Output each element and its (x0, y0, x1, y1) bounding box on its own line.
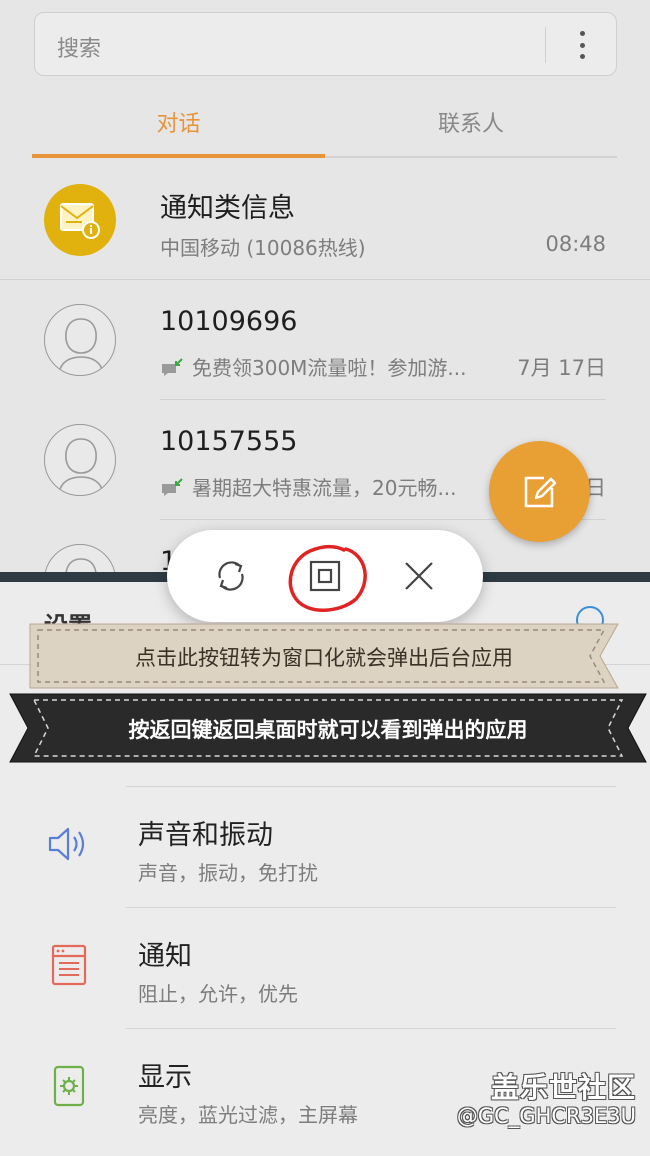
tip-text: 按返回键返回桌面时就可以看到弹出的应用 (128, 718, 528, 742)
settings-item-title: 显示 (138, 1062, 192, 1093)
tip-text: 点击此按钮转为窗口化就会弹出后台应用 (135, 646, 513, 670)
search-placeholder: 搜索 (57, 37, 102, 62)
incoming-message-icon (162, 358, 183, 376)
window-icon (309, 560, 341, 592)
notification-list-icon (51, 944, 87, 986)
search-divider (545, 27, 546, 63)
watermark-title: 盖乐世社区 (490, 1071, 636, 1104)
settings-item-sound[interactable]: 声音和振动 声音，振动，免打扰 (0, 787, 650, 908)
tab-bar: 对话 联系人 (32, 96, 617, 158)
display-settings-icon (53, 1065, 85, 1107)
tab-conversations[interactable]: 对话 (32, 106, 325, 138)
conversation-time: 7月 17日 (517, 356, 606, 380)
conversation-snippet: 暑期超大特惠流量，20元畅... (160, 472, 457, 501)
person-icon (44, 544, 116, 572)
conversation-name: 10109696 (160, 306, 298, 337)
settings-item-notifications[interactable]: 通知 阻止，允许，优先 (0, 908, 650, 1029)
compose-button[interactable] (489, 441, 590, 542)
settings-item-subtitle: 声音，振动，免打扰 (138, 861, 318, 885)
conversation-snippet: 中国移动 (10086热线) (160, 236, 366, 260)
person-icon (44, 424, 116, 496)
search-bar[interactable]: 搜索 (34, 12, 617, 76)
speaker-icon (48, 827, 85, 861)
tab-contacts[interactable]: 联系人 (325, 106, 617, 138)
close-icon (405, 562, 433, 590)
snippet-text: 暑期超大特惠流量，20元畅... (192, 476, 457, 500)
active-tab-indicator (32, 154, 325, 158)
conversation-name: 通知类信息 (160, 193, 295, 224)
rotate-icon (218, 561, 244, 591)
snippet-text: 免费领300M流量啦！参加游... (192, 356, 467, 380)
messages-app: 搜索 对话 联系人 通知类信息 中国移动 (10086热线) 08:48 101… (0, 0, 650, 572)
compose-icon (524, 476, 556, 507)
pop-up-window-button[interactable] (301, 552, 349, 600)
incoming-message-icon (162, 478, 183, 496)
notification-icon (44, 184, 116, 256)
rotate-button[interactable] (207, 552, 255, 600)
close-button[interactable] (395, 552, 443, 600)
tip-ribbon-dark: 按返回键返回桌面时就可以看到弹出的应用 (8, 690, 648, 766)
settings-item-title: 通知 (138, 941, 192, 972)
tip-ribbon-light: 点击此按钮转为窗口化就会弹出后台应用 (26, 620, 622, 692)
settings-item-title: 声音和振动 (138, 820, 273, 851)
settings-item-subtitle: 阻止，允许，优先 (138, 982, 298, 1006)
conversation-name: 10157555 (160, 426, 298, 457)
window-control-bar (167, 530, 483, 622)
conversation-time: 08:48 (545, 232, 606, 256)
conversation-snippet: 免费领300M流量啦！参加游... (160, 352, 467, 381)
person-icon (44, 304, 116, 376)
settings-item-subtitle: 亮度，蓝光过滤，主屏幕 (138, 1103, 358, 1127)
more-options-icon[interactable] (570, 27, 594, 63)
watermark-user: @GC_GHCR3E3U (456, 1104, 636, 1128)
conversation-row[interactable]: 通知类信息 中国移动 (10086热线) 08:48 (0, 160, 650, 280)
conversation-row[interactable]: 10109696 免费领300M流量啦！参加游... 7月 17日 (0, 280, 650, 400)
